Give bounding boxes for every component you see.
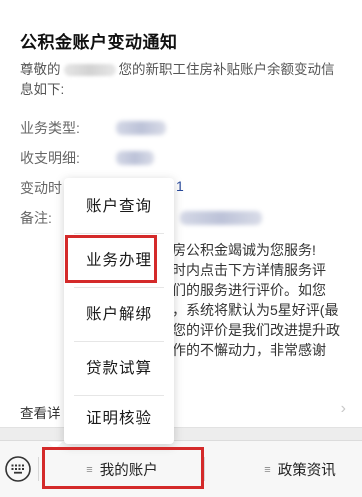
tab-policy-news-label: 政策资讯 (277, 463, 336, 479)
menu-item-loan-calculator[interactable]: 贷款试算 (64, 342, 174, 395)
popup-caret (48, 442, 62, 449)
menu-item-business-handling[interactable]: 业务办理 (64, 234, 174, 287)
view-details-link[interactable]: 查看详 (20, 402, 61, 422)
body-line: 您的评价是我们改进提升政 (172, 322, 340, 338)
redacted-name (63, 64, 116, 77)
intro-prefix: 尊敬的 (20, 62, 61, 77)
keyboard-icon[interactable] (4, 455, 32, 483)
change-time-partial: 1 (176, 178, 184, 194)
card-intro: 尊敬的 您的新职工住房补贴账户余额变动信息如下: (20, 60, 346, 100)
income-expense-value-redacted (116, 151, 154, 165)
menubar-divider (204, 457, 205, 481)
remarks-label: 备注: (20, 210, 52, 226)
account-submenu-popup: 账户查询 业务办理 账户解绑 贷款试算 证明核验 (64, 178, 174, 444)
menubar-divider (38, 457, 39, 481)
remarks-value-redacted (180, 211, 262, 225)
change-time-label: 变动时 (20, 180, 62, 196)
business-type-value-redacted (116, 121, 166, 135)
card-body-text: 房公积金竭诚为您服务! 时内点击下方详情服务评 们的服务进行评价。如您 ，系统将… (172, 240, 352, 360)
notification-card[interactable]: 公积金账户变动通知 尊敬的 您的新职工住房补贴账户余额变动信息如下: 业务类型: … (0, 0, 362, 428)
body-line: 时内点击下方详情服务评 (172, 262, 326, 278)
body-line: 房公积金竭诚为您服务! (172, 242, 316, 258)
hamburger-icon: ≡ (86, 463, 93, 476)
menu-item-account-unbind[interactable]: 账户解绑 (64, 288, 174, 341)
card-title: 公积金账户变动通知 (20, 33, 178, 52)
tab-my-account[interactable]: ≡ 我的账户 (42, 441, 202, 497)
tab-my-account-label: 我的账户 (99, 463, 158, 479)
tab-policy-news[interactable]: ≡ 政策资讯 (240, 441, 360, 497)
body-line: 们的服务进行评价。如您 (172, 282, 326, 298)
body-line: ，系统将默认为5星好评(最 (172, 302, 339, 318)
menu-item-certificate-verify[interactable]: 证明核验 (64, 392, 174, 445)
chevron-right-icon: › (340, 400, 346, 417)
body-line: 作的不懈动力，非常感谢 (172, 342, 326, 358)
business-type-label: 业务类型: (20, 120, 80, 136)
income-expense-label: 收支明细: (20, 150, 80, 166)
menu-item-account-query[interactable]: 账户查询 (64, 180, 174, 233)
hamburger-icon: ≡ (264, 463, 271, 476)
